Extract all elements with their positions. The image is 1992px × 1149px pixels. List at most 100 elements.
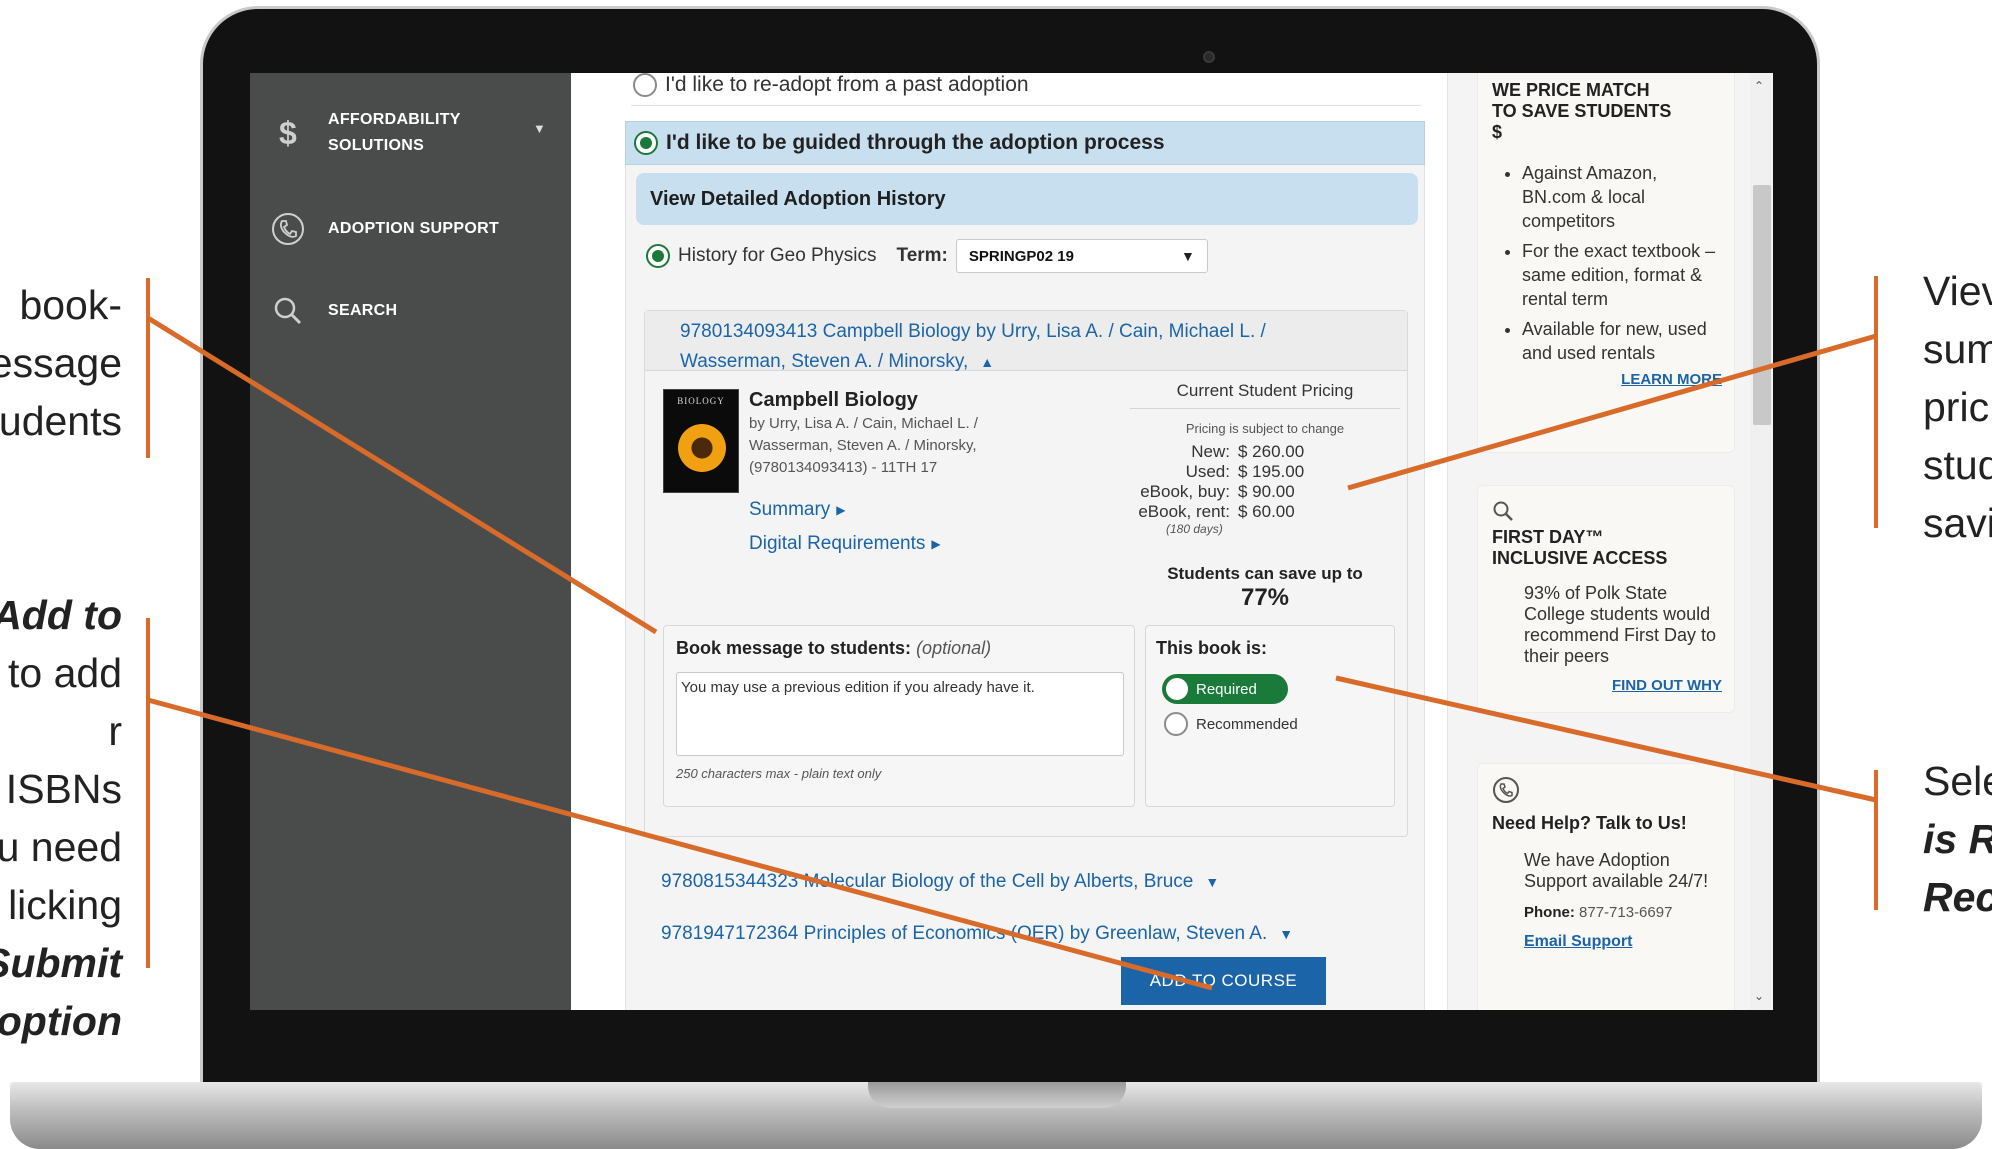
chevron-down-icon[interactable]: ▼ <box>533 121 546 136</box>
list-item: Available for new, used and used rentals <box>1522 317 1722 365</box>
callout-bar <box>1874 276 1878 528</box>
book-link[interactable]: 9780134093413 Campbell Biology by Urry, … <box>680 317 1320 377</box>
book-message-input[interactable]: You may use a previous edition if you al… <box>676 672 1124 756</box>
callout-line: pric <box>1923 384 1990 430</box>
divider <box>631 105 1421 106</box>
authors-line: Wasserman, Steven A. / Minorsky, <box>749 437 977 454</box>
price-label: eBook, rent: <box>1138 502 1230 521</box>
callout-line: udents <box>0 398 122 444</box>
main-content: I'd like to re-adopt from a past adoptio… <box>571 73 1447 1010</box>
term-select[interactable]: SPRINGP02 19 ▼ <box>955 239 1208 273</box>
callout-bar <box>146 618 150 968</box>
help-title: Need Help? Talk to Us! <box>1492 813 1687 833</box>
callout-add-to-course: Add to to add r ISBNs u need licking Sub… <box>0 586 122 1050</box>
radio-required[interactable] <box>1166 678 1188 700</box>
price-label: New: <box>1191 442 1230 461</box>
callout-bar <box>1874 770 1878 910</box>
digital-requirements-link[interactable]: Digital Requirements ▶ <box>749 533 941 555</box>
learn-more-link[interactable]: LEARN MORE <box>1492 371 1722 388</box>
callout-line: r ISBNs <box>5 708 122 812</box>
digital-label: Digital Requirements <box>749 533 926 554</box>
guided-option[interactable]: I'd like to be guided through the adopti… <box>625 121 1425 165</box>
requirement-label: This book is: <box>1156 638 1268 658</box>
chevron-down-icon[interactable]: ▼ <box>1279 926 1293 942</box>
history-row: History for Geo Physics Term: SPRINGP02 … <box>646 239 1208 273</box>
required-option[interactable]: Required <box>1162 674 1288 704</box>
callout-line: Sele <box>1923 758 1992 804</box>
guided-label: I'd like to be guided through the adopti… <box>666 131 1165 154</box>
title-line: TO SAVE STUDENTS <box>1492 101 1672 121</box>
callout-line: book- <box>19 282 122 328</box>
summary-link[interactable]: Summary ▶ <box>749 499 846 521</box>
callout-line: u need <box>0 824 122 870</box>
other-book-link[interactable]: 9781947172364 Principles of Economics (O… <box>661 923 1293 945</box>
price-row: Used: $ 195.00 <box>1130 462 1400 482</box>
add-to-course-button[interactable]: ADD TO COURSE <box>1121 957 1326 1005</box>
sidebar-item-search[interactable]: SEARCH <box>268 291 397 331</box>
search-icon <box>268 291 308 331</box>
find-out-why-link[interactable]: FIND OUT WHY <box>1492 677 1722 694</box>
term-value: SPRINGP02 19 <box>968 247 1074 265</box>
book-cover-image: BIOLOGY <box>663 389 739 493</box>
callout-line: Rec <box>1923 874 1992 920</box>
save-percent: 77% <box>1240 584 1290 611</box>
other-book-title: 9780815344323 Molecular Biology of the C… <box>661 871 1194 892</box>
authors-line: (9780134093413) - 11TH 17 <box>749 459 938 476</box>
book-card: 9780134093413 Campbell Biology by Urry, … <box>644 310 1408 837</box>
chevron-right-icon: ▶ <box>836 502 846 517</box>
price-value: $ 195.00 <box>1238 462 1305 481</box>
radio-guided[interactable] <box>634 131 658 155</box>
cover-title: BIOLOGY <box>677 396 725 406</box>
recommended-option[interactable]: Recommended <box>1164 712 1298 736</box>
screen: $ AFFORDABILITY SOLUTIONS ▼ ADOPTION SUP… <box>250 73 1773 1010</box>
price-value: $ 60.00 <box>1238 502 1295 521</box>
sidebar-item-label: SOLUTIONS <box>328 137 425 154</box>
chevron-down-icon[interactable]: ▼ <box>1205 874 1219 890</box>
rent-days: (180 days) <box>1166 522 1223 536</box>
radio-history[interactable] <box>646 244 670 268</box>
price-value: $ 90.00 <box>1238 482 1295 501</box>
email-support-link[interactable]: Email Support <box>1492 933 1722 951</box>
sidebar-item-label: SEARCH <box>328 302 398 319</box>
scrollbar-thumb[interactable] <box>1753 185 1771 425</box>
list-item: For the exact textbook – same edition, f… <box>1522 239 1722 311</box>
pricing-panel: Current Student Pricing Pricing is subje… <box>1130 381 1400 612</box>
recommended-label: Recommended <box>1196 715 1298 733</box>
phone-icon <box>268 209 308 249</box>
book-message-box: Book message to students: (optional) You… <box>663 625 1135 807</box>
readopt-label: I'd like to re-adopt from a past adoptio… <box>665 73 1029 96</box>
sidebar: $ AFFORDABILITY SOLUTIONS ▼ ADOPTION SUP… <box>250 73 571 1010</box>
history-label: History for Geo Physics <box>678 245 877 266</box>
price-match-title: WE PRICE MATCH TO SAVE STUDENTS $ <box>1492 80 1722 143</box>
message-label-optional: (optional) <box>916 638 992 658</box>
sidebar-item-label: AFFORDABILITY <box>328 111 461 128</box>
callout-required: Sele is Re Rec <box>1923 752 1992 926</box>
authors-line: by Urry, Lisa A. / Cain, Michael L. / <box>749 415 978 432</box>
scroll-up-icon[interactable]: ⌃ <box>1754 79 1764 93</box>
book-link-bar: 9780134093413 Campbell Biology by Urry, … <box>645 311 1407 372</box>
price-label: Used: <box>1185 462 1230 481</box>
sunflower-icon <box>678 424 726 472</box>
price-row: eBook, rent: $ 60.00 <box>1130 502 1400 522</box>
price-row: eBook, buy: $ 90.00 <box>1130 482 1400 502</box>
book-link-line: 9780134093413 Campbell Biology by Urry, … <box>680 321 1266 342</box>
sidebar-item-affordability[interactable]: $ AFFORDABILITY SOLUTIONS <box>268 107 461 159</box>
scroll-down-icon[interactable]: ⌄ <box>1754 989 1764 1003</box>
other-book-title: 9781947172364 Principles of Economics (O… <box>661 923 1268 944</box>
save-text: Students can save up to <box>1167 564 1363 583</box>
callout-line: licking <box>8 882 122 928</box>
readopt-option[interactable]: I'd like to re-adopt from a past adoptio… <box>633 73 1029 97</box>
chevron-up-icon[interactable]: ▲ <box>980 354 994 370</box>
history-header[interactable]: View Detailed Adoption History <box>636 173 1418 225</box>
title-line: INCLUSIVE ACCESS <box>1492 548 1668 568</box>
price-row: New: $ 260.00 <box>1130 442 1400 462</box>
radio-readopt[interactable] <box>633 73 657 97</box>
sidebar-item-adoption-support[interactable]: ADOPTION SUPPORT <box>268 209 499 249</box>
callout-line: Submit <box>0 940 122 986</box>
list-item: Against Amazon, BN.com & local competito… <box>1522 161 1722 233</box>
camera-icon <box>1203 51 1215 63</box>
message-hint: 250 characters max - plain text only <box>676 766 882 781</box>
other-book-link[interactable]: 9780815344323 Molecular Biology of the C… <box>661 871 1219 893</box>
radio-recommended[interactable] <box>1164 712 1188 736</box>
book-authors: by Urry, Lisa A. / Cain, Michael L. / Wa… <box>749 413 1039 479</box>
